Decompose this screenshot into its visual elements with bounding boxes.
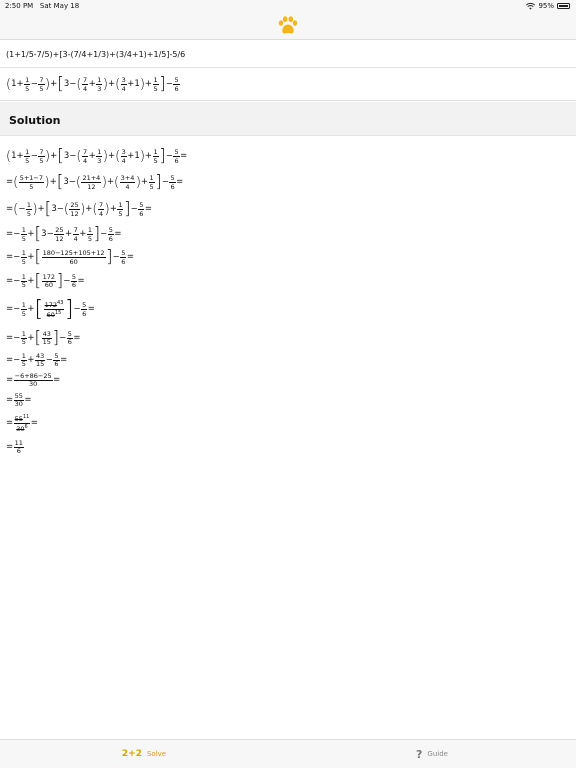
solution-step: =(5+1−7 5) +[3−(21+4 12) +(3+4 4) +1 5] −5 6 = <box>6 172 184 192</box>
tab-guide-label: Guide <box>427 750 448 758</box>
solution-step: = 5511 306 = <box>6 413 38 433</box>
wifi-icon <box>526 2 536 10</box>
tab-bar: 2+2 Solve ? Guide <box>0 739 576 768</box>
expression-input[interactable]: (1+1/5-7/5)+[3-(7/4+1/3)+(3/4+1)+1/5]-5/… <box>0 41 576 68</box>
battery-percent: 95% <box>538 2 554 10</box>
status-right: 95% <box>526 0 570 12</box>
solution-step: =− 1 5 +43 15−5 6 = <box>6 351 68 368</box>
navigation-bar <box>0 12 576 40</box>
solution-step: =− 1 5 +[180−125+105+12 60] −5 6 = <box>6 247 135 267</box>
status-time-date: 2:50 PM Sat May 18 <box>5 0 79 12</box>
solution-step: =− 1 5 +[43 15] −5 6 = <box>6 327 81 348</box>
solution-heading: Solution <box>0 102 576 136</box>
solution-step-final: = 11 6 <box>6 438 24 455</box>
question-mark-icon: ? <box>416 747 423 761</box>
solution-step: =(−1 5) +[3−(25 12) +(7 4) +1 5] −5 6 = <box>6 199 152 219</box>
solution-step: = −6+86−25 30 = <box>6 371 61 388</box>
preview-math: (1+ 1 5−7 5) +[3−(7 4 +1 3) +(3 4 +1) +1 5] −5 6 <box>6 74 180 94</box>
status-date: Sat May 18 <box>39 2 80 10</box>
status-time: 2:50 PM <box>5 2 34 10</box>
tab-solve-label: Solve <box>146 750 167 758</box>
status-bar: 2:50 PM Sat May 18 95% <box>0 0 576 12</box>
solution-steps: (1+ 1 5−7 5) +[3−(7 4 +1 3) +(3 4 +1) +1 5] −5 6 = =(5+… <box>6 144 566 457</box>
expression-preview: (1+ 1 5−7 5) +[3−(7 4 +1 3) +(3 4 +1) +1 5] −5 6 <box>0 69 576 101</box>
solution-step: (1+ 1 5−7 5) +[3−(7 4 +1 3) +(3 4 +1) +1 5] −5 6 = <box>6 146 188 166</box>
solution-step: =− 1 5 +[172 60] −5 6 = <box>6 270 85 291</box>
solution-step: =− 1 5 +[3− 25 12 +7 4 +1 5] −5 6 = <box>6 224 122 244</box>
solve-icon: 2+2 <box>121 749 142 759</box>
battery-icon <box>557 3 570 9</box>
tab-solve[interactable]: 2+2 Solve <box>0 740 288 768</box>
solution-step: = 55 30 = <box>6 391 32 408</box>
paw-print-icon <box>278 16 298 34</box>
solution-step: =− 1 5 +[17243 6015] −5 6 = <box>6 296 95 322</box>
tab-guide[interactable]: ? Guide <box>288 740 576 768</box>
